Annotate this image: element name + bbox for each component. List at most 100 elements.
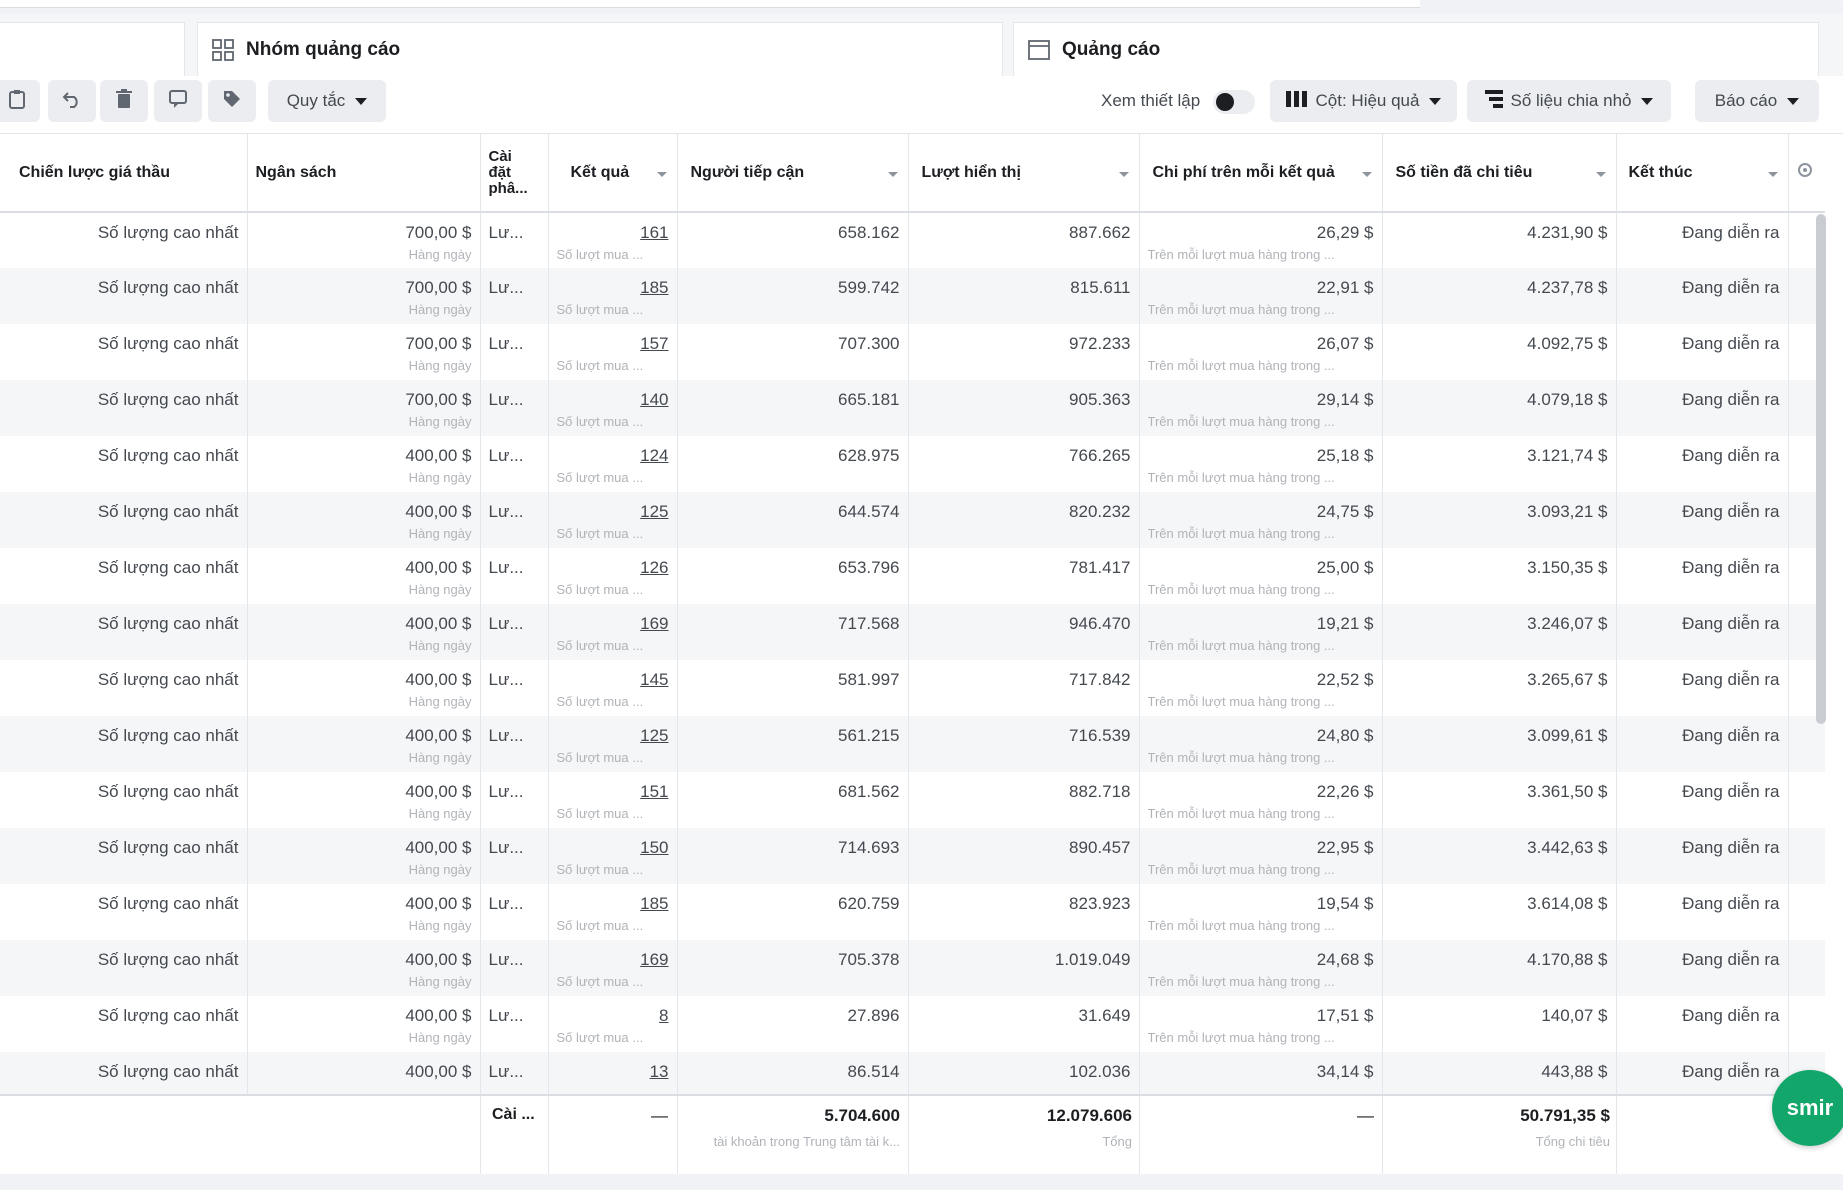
results-cell[interactable]: 125 Số lượt mua ... [548,492,678,548]
results-link[interactable]: 185 [640,894,668,913]
results-cell[interactable]: 157 Số lượt mua ... [548,324,678,380]
reach-cell: 628.975 [677,436,909,492]
comment-button[interactable] [154,80,202,122]
budget-cell[interactable]: 400,00 $ Hàng ngày [247,548,481,604]
results-cell[interactable]: 126 Số lượt mua ... [548,548,678,604]
level-tabs: Nhóm quảng cáo Quảng cáo [0,14,1843,76]
smir-chat-badge[interactable]: smir [1772,1070,1843,1146]
budget-cell[interactable]: 400,00 $ Hàng ngày [247,436,481,492]
table-row[interactable]: Số lượng cao nhất 700,00 $ Hàng ngày Lư... 1… [0,212,1825,268]
results-link[interactable]: 185 [640,278,668,297]
table-row[interactable]: Số lượng cao nhất 400,00 $ Hàng ngày Lư... 1… [0,436,1825,492]
table-row[interactable]: Số lượng cao nhất 400,00 $ Hàng ngày Lư... 1… [0,884,1825,940]
breakdown-dropdown[interactable]: Số liệu chia nhỏ [1467,80,1671,122]
table-row[interactable]: Số lượng cao nhất 400,00 $ Hàng ngày Lư... 1… [0,940,1825,996]
table-row[interactable]: Số lượng cao nhất 700,00 $ Hàng ngày Lư... 1… [0,268,1825,324]
results-link[interactable]: 169 [640,950,668,969]
results-cell[interactable]: 145 Số lượt mua ... [548,660,678,716]
results-link[interactable]: 13 [650,1062,669,1081]
budget-cell[interactable]: 400,00 $ Hàng ngày [247,660,481,716]
undo-button[interactable] [48,80,96,122]
col-header-budget[interactable]: Ngân sách [247,134,481,213]
results-link[interactable]: 150 [640,838,668,857]
delete-button[interactable] [100,80,148,122]
results-link[interactable]: 124 [640,446,668,465]
columns-dropdown[interactable]: Cột: Hiệu quả [1270,80,1457,122]
budget-cell[interactable]: 400,00 $ Hàng ngày [247,884,481,940]
col-header-reach[interactable]: Người tiếp cận [677,134,909,213]
ad-sets-table: Chiến lược giá thầu Ngân sách Cài đặt ph… [0,134,1825,1108]
col-header-cost-per-result[interactable]: Chi phí trên mỗi kết quả [1139,134,1383,213]
budget-cell[interactable]: 700,00 $ Hàng ngày [247,380,481,436]
total-amount-spent: 50.791,35 $ Tổng chi tiêu [1386,1106,1610,1149]
results-link[interactable]: 161 [640,223,668,242]
duplicate-button[interactable] [0,80,40,122]
table-row[interactable]: Số lượng cao nhất 400,00 $ Hàng ngày Lư... 1… [0,716,1825,772]
columns-icon [1285,90,1308,112]
results-cell[interactable]: 8 Số lượt mua ... [548,996,678,1052]
col-header-attribution[interactable]: Cài đặt phâ... [480,134,549,213]
table-row[interactable]: Số lượng cao nhất 700,00 $ Hàng ngày Lư... 1… [0,324,1825,380]
tab-campaigns[interactable] [0,22,185,76]
rules-dropdown[interactable]: Quy tắc [268,80,386,122]
view-setup-toggle[interactable] [1213,90,1255,114]
budget-cell[interactable]: 700,00 $ Hàng ngày [247,212,481,268]
col-header-ends[interactable]: Kết thúc [1616,134,1789,213]
table-row[interactable]: Số lượng cao nhất 400,00 $ Hàng ngày Lư... 1… [0,828,1825,884]
budget-cell[interactable]: 400,00 $ Hàng ngày [247,604,481,660]
budget-cell[interactable]: 700,00 $ Hàng ngày [247,324,481,380]
budget-cell[interactable]: 700,00 $ Hàng ngày [247,268,481,324]
table-row[interactable]: Số lượng cao nhất 400,00 $ Hàng ngày Lư... 1… [0,660,1825,716]
results-link[interactable]: 125 [640,502,668,521]
results-cell[interactable]: 185 Số lượt mua ... [548,884,678,940]
col-header-bid-strategy[interactable]: Chiến lược giá thầu [0,134,248,213]
budget-cell[interactable]: 400,00 $ Hàng ngày [247,492,481,548]
results-cell[interactable]: 169 Số lượt mua ... [548,604,678,660]
budget-cell[interactable]: 400,00 $ Hàng ngày [247,772,481,828]
col-header-impressions[interactable]: Lượt hiển thị [908,134,1140,213]
impressions-cell: 815.611 [908,268,1140,324]
budget-cell[interactable]: 400,00 $ Hàng ngày [247,996,481,1052]
table-row[interactable]: Số lượng cao nhất 400,00 $ Hàng ngày Lư... 1… [0,604,1825,660]
results-cell[interactable]: 151 Số lượt mua ... [548,772,678,828]
results-link[interactable]: 151 [640,782,668,801]
results-cell[interactable]: 169 Số lượt mua ... [548,940,678,996]
tab-ad-sets[interactable]: Nhóm quảng cáo [197,22,1003,76]
results-cell[interactable]: 140 Số lượt mua ... [548,380,678,436]
table-row[interactable]: Số lượng cao nhất 400,00 $ Hàng ngày Lư... 8… [0,996,1825,1052]
budget-cell[interactable]: 400,00 $ Hàng ngày [247,716,481,772]
budget-cell[interactable]: 400,00 $ Hàng ngày [247,828,481,884]
vertical-scrollbar[interactable] [1816,214,1826,724]
results-link[interactable]: 8 [659,1006,668,1025]
col-header-results[interactable]: Kết quả [548,134,678,213]
amount-spent-cell: 4.092,75 $ [1382,324,1617,380]
col-header-amount-spent[interactable]: Số tiền đã chi tiêu [1382,134,1617,213]
reach-cell: 681.562 [677,772,909,828]
results-link[interactable]: 125 [640,726,668,745]
results-link[interactable]: 140 [640,390,668,409]
table-row[interactable]: Số lượng cao nhất 400,00 $ Hàng ngày Lư... 1… [0,772,1825,828]
tab-ads[interactable]: Quảng cáo [1013,22,1819,76]
tag-button[interactable] [208,80,256,122]
clipboard-icon [8,89,26,114]
reports-dropdown[interactable]: Báo cáo [1695,80,1819,122]
results-cell[interactable]: 150 Số lượt mua ... [548,828,678,884]
results-link[interactable]: 157 [640,334,668,353]
table-row[interactable]: Số lượng cao nhất 400,00 $ Hàng ngày Lư... 1… [0,548,1825,604]
results-cell[interactable]: 161 Số lượt mua ... [548,212,678,268]
results-cell[interactable]: 185 Số lượt mua ... [548,268,678,324]
results-link[interactable]: 145 [640,670,668,689]
impressions-cell: 946.470 [908,604,1140,660]
results-link[interactable]: 169 [640,614,668,633]
table-row[interactable]: Số lượng cao nhất 700,00 $ Hàng ngày Lư... 1… [0,380,1825,436]
reach-cell: 620.759 [677,884,909,940]
table-row[interactable]: Số lượng cao nhất 400,00 $ Hàng ngày Lư... 1… [0,492,1825,548]
bid-strategy-cell: Số lượng cao nhất [0,436,248,492]
results-link[interactable]: 126 [640,558,668,577]
results-cell[interactable]: 124 Số lượt mua ... [548,436,678,492]
results-cell[interactable]: 125 Số lượt mua ... [548,716,678,772]
budget-cell[interactable]: 400,00 $ Hàng ngày [247,940,481,996]
col-settings[interactable] [1788,134,1825,213]
amount-spent-cell: 4.170,88 $ [1382,940,1617,996]
attribution-cell: Lư... [480,268,549,324]
